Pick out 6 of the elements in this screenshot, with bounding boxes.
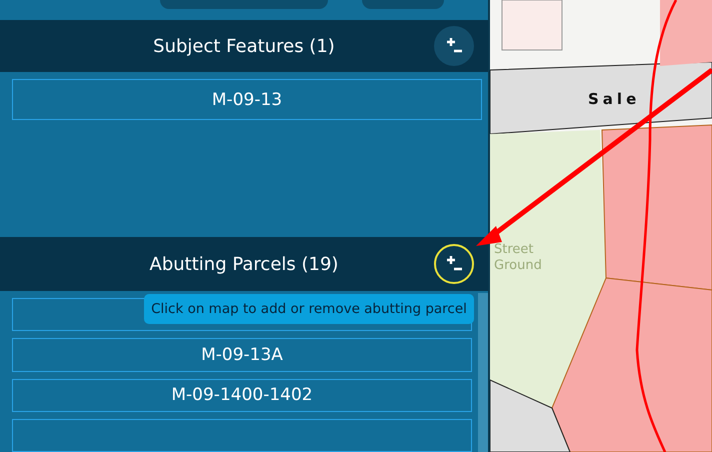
area-label: Street bbox=[494, 242, 535, 258]
area-label: Ground bbox=[494, 258, 542, 274]
tooltip: Click on map to add or remove abutting parcel bbox=[144, 294, 474, 324]
street-label: Sale bbox=[588, 90, 640, 108]
section-title: Subject Features (1) bbox=[153, 36, 335, 56]
section-title: Abutting Parcels (19) bbox=[150, 254, 338, 274]
